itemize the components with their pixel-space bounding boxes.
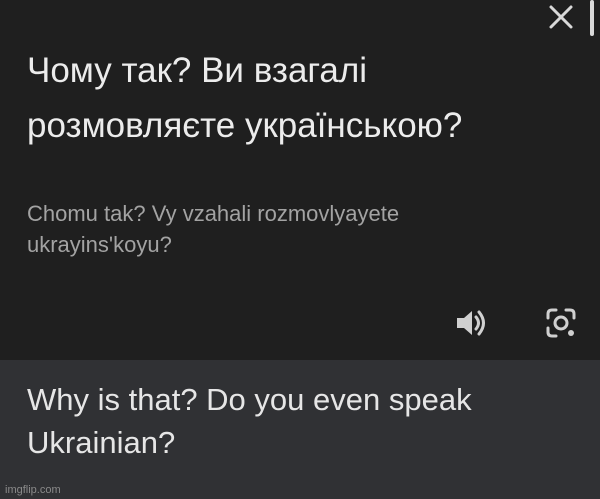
transliteration-text: Chomu tak? Vy vzahali rozmovlyayete ukra…	[27, 201, 400, 257]
translation-text: Why is that? Do you even speak Ukrainian…	[27, 382, 472, 460]
source-panel: Чому так? Ви взагалі розмовляєте українс…	[0, 0, 600, 360]
listen-button[interactable]	[453, 305, 489, 341]
close-button[interactable]	[546, 2, 576, 32]
speaker-icon	[457, 310, 485, 336]
lens-button[interactable]	[543, 305, 579, 341]
camera-lens-icon	[546, 308, 576, 338]
watermark: imgflip.com	[5, 484, 61, 496]
close-icon	[549, 5, 573, 29]
translation-panel: Why is that? Do you even speak Ukrainian…	[0, 360, 600, 499]
scroll-handle[interactable]	[590, 0, 594, 36]
source-text: Чому так? Ви взагалі розмовляєте українс…	[27, 51, 463, 145]
